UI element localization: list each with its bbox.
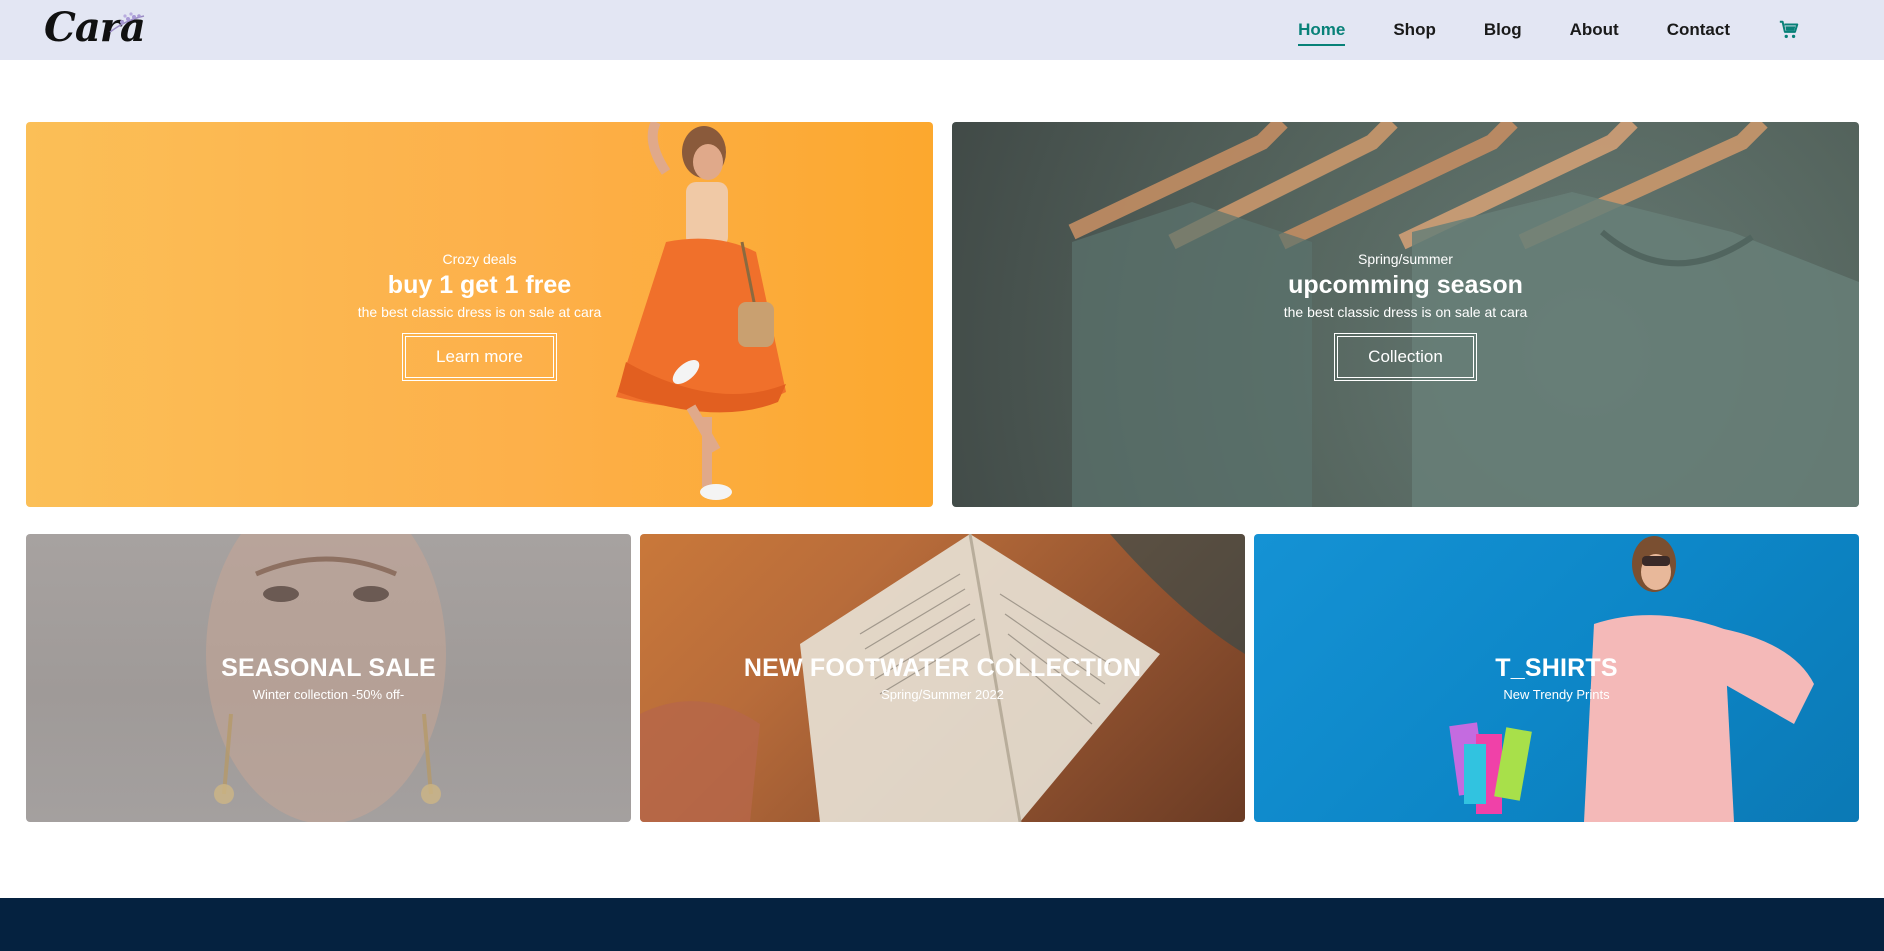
banner-seasonal-sale-title: SEASONAL SALE	[221, 654, 436, 682]
banner-season-eyebrow: Spring/summer	[1358, 251, 1453, 267]
banner-deals: Crozy deals buy 1 get 1 free the best cl…	[26, 122, 933, 507]
main-nav: Home Shop Blog About Contact	[1298, 0, 1800, 60]
banner-season-title: upcomming season	[1288, 271, 1523, 299]
banner-deals-eyebrow: Crozy deals	[442, 251, 517, 267]
nav-blog[interactable]: Blog	[1484, 20, 1522, 40]
collection-button[interactable]: Collection	[1334, 333, 1477, 381]
nav-about[interactable]: About	[1570, 20, 1619, 40]
nav-shop[interactable]: Shop	[1393, 20, 1436, 40]
learn-more-button[interactable]: Learn more	[402, 333, 557, 381]
newsletter-section	[0, 898, 1884, 951]
banner-season-subtitle: the best classic dress is on sale at car…	[1283, 304, 1528, 320]
banner-tshirts[interactable]: T_SHIRTS New Trendy Prints	[1254, 534, 1859, 822]
banner-new-collection[interactable]: NEW FOOTWATER COLLECTION Spring/Summer 2…	[640, 534, 1245, 822]
banner-seasonal-sale-subtitle: Winter collection -50% off-	[252, 687, 405, 702]
banner-tshirts-content: T_SHIRTS New Trendy Prints	[1495, 654, 1617, 702]
lavender-sprig-icon	[109, 12, 145, 33]
banner-season-content: Spring/summer upcomming season the best …	[1283, 251, 1528, 381]
banner-new-collection-subtitle: Spring/Summer 2022	[881, 687, 1004, 702]
logo[interactable]: Cara	[44, 4, 146, 52]
site-header: Cara Home Shop Blog About Contact	[0, 0, 1884, 60]
banner-deals-subtitle: the best classic dress is on sale at car…	[357, 304, 602, 320]
banner-new-collection-title: NEW FOOTWATER COLLECTION	[743, 654, 1142, 682]
cart-icon[interactable]	[1778, 19, 1800, 41]
banner-seasonal-sale[interactable]: SEASONAL SALE Winter collection -50% off…	[26, 534, 631, 822]
banner-deals-content: Crozy deals buy 1 get 1 free the best cl…	[357, 251, 602, 381]
banner-new-collection-content: NEW FOOTWATER COLLECTION Spring/Summer 2…	[744, 654, 1141, 702]
banner-tshirts-title: T_SHIRTS	[1495, 654, 1618, 682]
banner-tshirts-subtitle: New Trendy Prints	[1503, 687, 1610, 702]
banner-seasonal-sale-content: SEASONAL SALE Winter collection -50% off…	[221, 654, 436, 702]
banner-deals-title: buy 1 get 1 free	[387, 271, 572, 299]
banner-season: Spring/summer upcomming season the best …	[952, 122, 1859, 507]
nav-contact[interactable]: Contact	[1667, 20, 1730, 40]
nav-home[interactable]: Home	[1298, 20, 1346, 46]
